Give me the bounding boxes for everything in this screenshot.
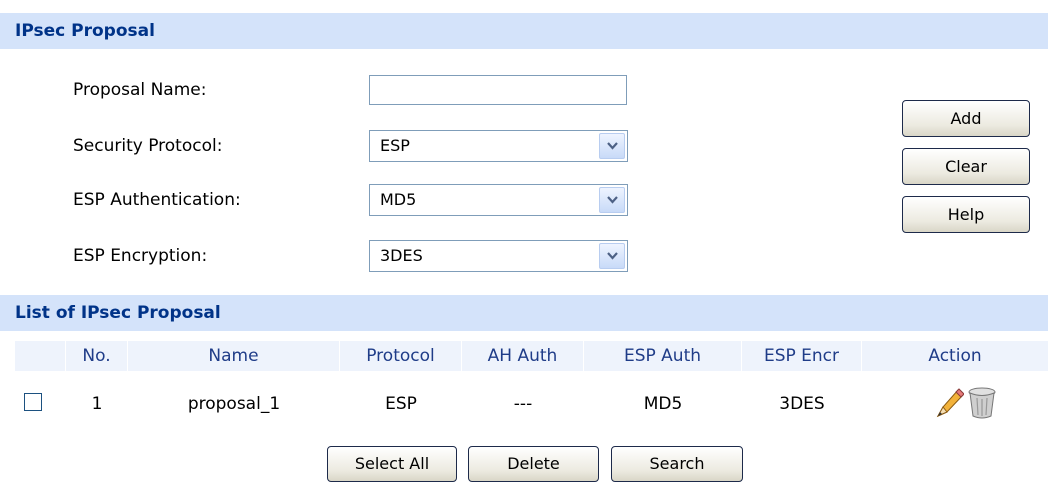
- row-name: proposal_1: [187, 394, 281, 414]
- pencil-icon[interactable]: [934, 387, 965, 419]
- proposal-section-title: IPsec Proposal: [15, 21, 155, 41]
- row-esp-auth: MD5: [643, 394, 683, 414]
- security-protocol-select[interactable]: ESP: [369, 130, 628, 162]
- proposal-name-input[interactable]: [369, 75, 627, 105]
- row-checkbox[interactable]: [24, 393, 42, 411]
- column-header-select: [15, 341, 66, 371]
- proposal-name-label: Proposal Name:: [73, 80, 207, 100]
- security-protocol-value: ESP: [380, 136, 410, 155]
- esp-encryption-label: ESP Encryption:: [73, 246, 208, 266]
- chevron-down-icon[interactable]: [599, 133, 625, 159]
- column-header-esp-encr: ESP Encr: [742, 341, 862, 371]
- row-ah-auth: ---: [513, 394, 533, 414]
- esp-authentication-value: MD5: [380, 190, 417, 209]
- trash-icon[interactable]: [967, 386, 997, 420]
- esp-authentication-select[interactable]: MD5: [369, 184, 628, 216]
- help-button[interactable]: Help: [902, 196, 1030, 233]
- security-protocol-label: Security Protocol:: [73, 136, 223, 156]
- column-header-no: No.: [66, 341, 128, 371]
- chevron-down-icon[interactable]: [599, 187, 625, 213]
- select-all-button[interactable]: Select All: [327, 446, 457, 482]
- clear-button[interactable]: Clear: [902, 148, 1030, 185]
- search-button[interactable]: Search: [611, 446, 743, 482]
- proposal-section-header: IPsec Proposal: [0, 13, 1048, 49]
- list-section-header: List of IPsec Proposal: [0, 295, 1048, 331]
- column-header-esp-auth: ESP Auth: [584, 341, 742, 371]
- column-header-ah-auth: AH Auth: [462, 341, 584, 371]
- row-no: 1: [91, 394, 103, 414]
- chevron-down-icon[interactable]: [599, 243, 625, 269]
- column-header-name: Name: [128, 341, 340, 371]
- esp-authentication-label: ESP Authentication:: [73, 190, 241, 210]
- row-protocol: ESP: [385, 394, 417, 414]
- row-esp-encr: 3DES: [779, 394, 825, 414]
- add-button[interactable]: Add: [902, 100, 1030, 137]
- column-header-action: Action: [862, 341, 1048, 371]
- esp-encryption-select[interactable]: 3DES: [369, 240, 628, 272]
- column-header-protocol: Protocol: [340, 341, 462, 371]
- esp-encryption-value: 3DES: [380, 246, 423, 265]
- list-section-title: List of IPsec Proposal: [15, 303, 221, 323]
- delete-button[interactable]: Delete: [468, 446, 599, 482]
